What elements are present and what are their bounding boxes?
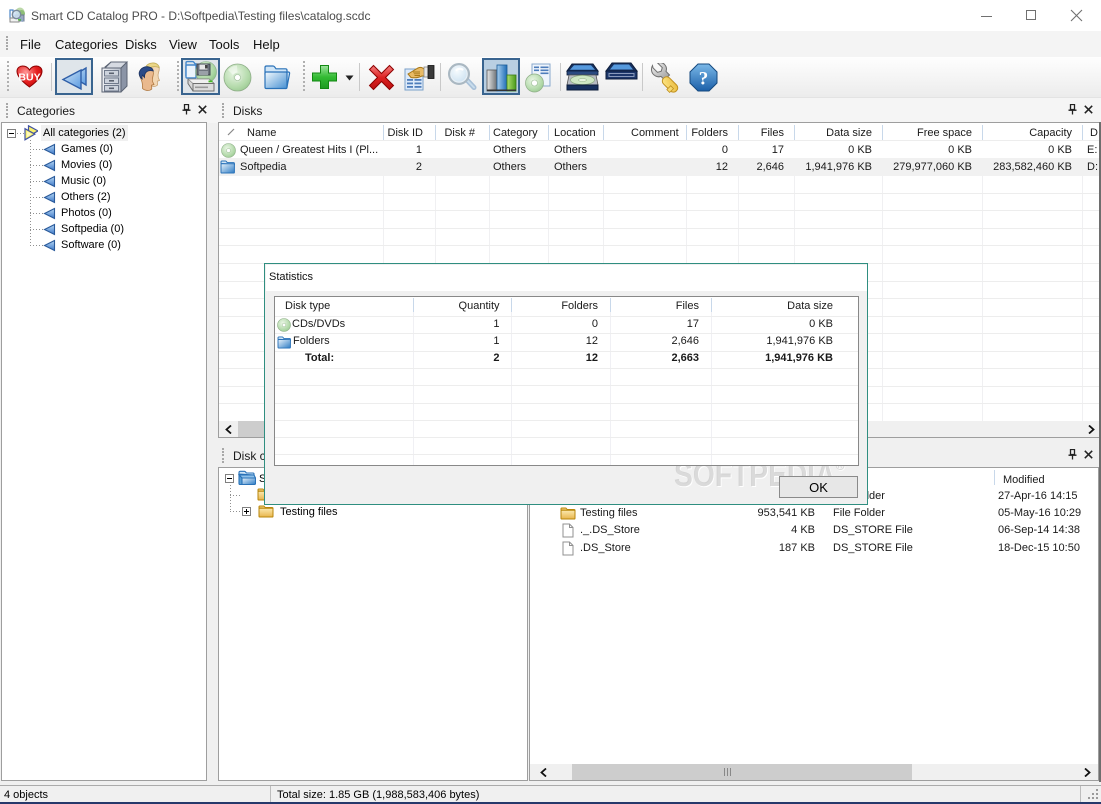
svg-text:BUY: BUY [18, 72, 40, 84]
svg-text:?: ? [699, 69, 709, 90]
